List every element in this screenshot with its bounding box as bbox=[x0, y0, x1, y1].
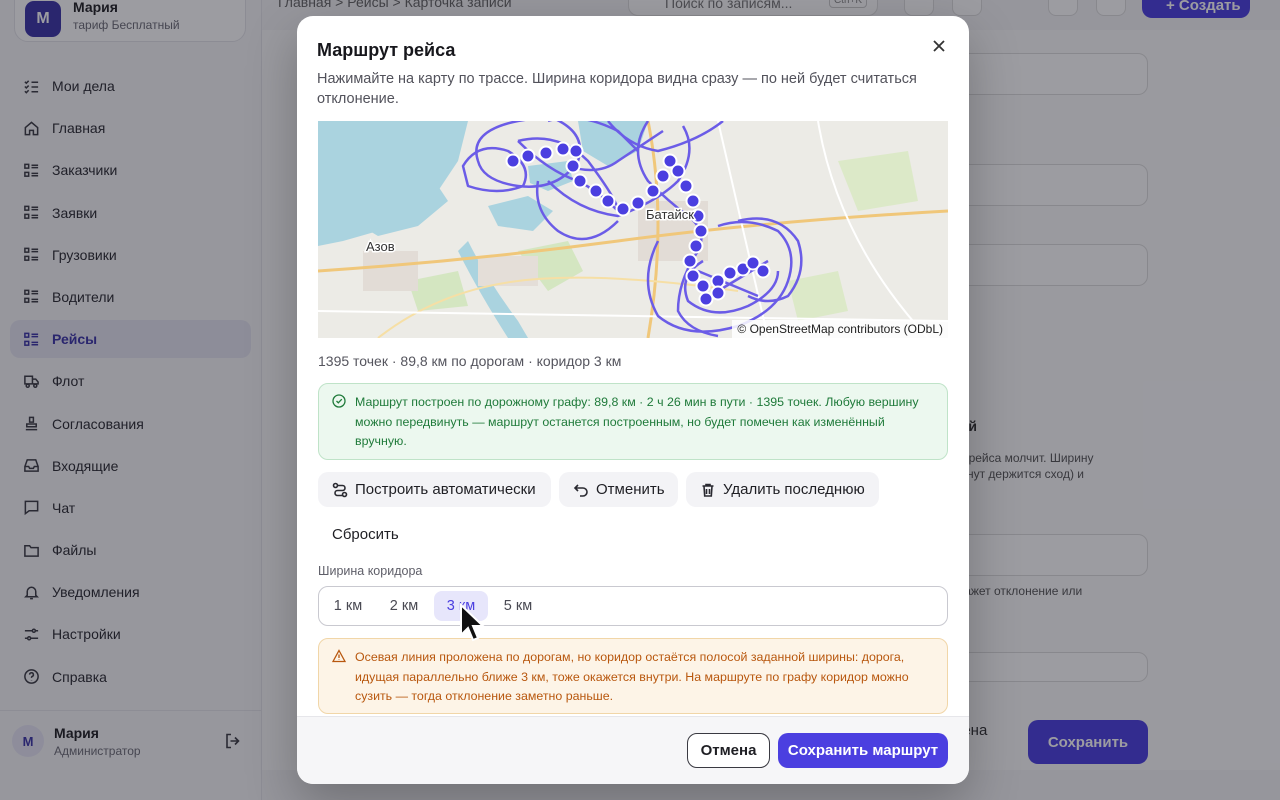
route-vertex[interactable] bbox=[565, 158, 581, 174]
corridor-option-5km[interactable]: 5 км bbox=[495, 591, 541, 621]
map-label-bataysk: Батайск bbox=[646, 207, 694, 222]
save-route-button[interactable]: Сохранить маршрут bbox=[778, 733, 948, 768]
route-vertex[interactable] bbox=[572, 173, 588, 189]
route-vertex[interactable] bbox=[505, 153, 521, 169]
route-vertex[interactable] bbox=[645, 183, 661, 199]
route-vertex[interactable] bbox=[698, 291, 714, 307]
route-vertex[interactable] bbox=[693, 223, 709, 239]
route-vertex[interactable] bbox=[630, 195, 646, 211]
undo-button[interactable]: Отменить bbox=[559, 472, 678, 507]
route-vertex[interactable] bbox=[520, 148, 536, 164]
corridor-width-selector: 1 км 2 км 3 км 5 км bbox=[318, 586, 948, 626]
corridor-option-2km[interactable]: 2 км bbox=[381, 591, 427, 621]
route-vertex[interactable] bbox=[588, 183, 604, 199]
route-vertex[interactable] bbox=[688, 238, 704, 254]
auto-build-label: Построить автоматически bbox=[355, 481, 536, 498]
reset-button[interactable]: Сбросить bbox=[318, 517, 418, 551]
route-vertex[interactable] bbox=[670, 163, 686, 179]
route-dialog: Маршрут рейса Нажимайте на карту по трас… bbox=[297, 16, 969, 784]
delete-last-label: Удалить последнюю bbox=[723, 481, 865, 498]
success-alert: Маршрут построен по дорожному графу: 89,… bbox=[318, 383, 948, 460]
check-circle-icon bbox=[332, 394, 346, 408]
route-vertex[interactable] bbox=[695, 278, 711, 294]
warning-icon bbox=[332, 649, 346, 663]
auto-build-button[interactable]: Построить автоматически bbox=[318, 472, 551, 507]
route-vertex[interactable] bbox=[555, 141, 571, 157]
cancel-button[interactable]: Отмена bbox=[687, 733, 770, 768]
undo-icon bbox=[573, 483, 588, 497]
route-vertex[interactable] bbox=[568, 143, 584, 159]
warning-alert-text: Осевая линия проложена по дорогам, но ко… bbox=[355, 650, 909, 703]
dialog-footer: Отмена Сохранить маршрут bbox=[297, 716, 969, 784]
undo-label: Отменить bbox=[596, 481, 665, 498]
route-vertex[interactable] bbox=[682, 253, 698, 269]
route-vertex[interactable] bbox=[600, 193, 616, 209]
dialog-description: Нажимайте на карту по трассе. Ширина кор… bbox=[317, 71, 917, 107]
mouse-cursor-icon bbox=[460, 603, 485, 642]
route-vertex[interactable] bbox=[685, 193, 701, 209]
route-vertex[interactable] bbox=[655, 168, 671, 184]
delete-last-button[interactable]: Удалить последнюю bbox=[686, 472, 879, 507]
route-icon bbox=[332, 482, 348, 497]
corridor-option-1km[interactable]: 1 км bbox=[325, 591, 371, 621]
map-attribution[interactable]: © OpenStreetMap contributors (ODbL) bbox=[732, 320, 948, 338]
route-vertex[interactable] bbox=[615, 201, 631, 217]
close-icon[interactable] bbox=[930, 37, 948, 55]
route-vertex[interactable] bbox=[685, 268, 701, 284]
route-vertex[interactable] bbox=[678, 178, 694, 194]
dialog-title: Маршрут рейса bbox=[317, 40, 456, 60]
success-alert-text: Маршрут построен по дорожному графу: 89,… bbox=[355, 395, 919, 448]
route-vertex[interactable] bbox=[710, 285, 726, 301]
route-vertex[interactable] bbox=[755, 263, 771, 279]
route-map[interactable]: Азов Батайск © OpenStreetMap contributor… bbox=[318, 121, 948, 338]
warning-alert: Осевая линия проложена по дорогам, но ко… bbox=[318, 638, 948, 714]
route-vertex[interactable] bbox=[722, 265, 738, 281]
route-vertex[interactable] bbox=[538, 145, 554, 161]
route-stats: 1395 точек · 89,8 км по дорогам · коридо… bbox=[318, 353, 622, 369]
trash-icon bbox=[702, 483, 714, 497]
map-label-azov: Азов bbox=[366, 239, 395, 254]
corridor-width-label: Ширина коридора bbox=[318, 564, 423, 578]
map-canvas: Азов Батайск bbox=[318, 121, 948, 338]
